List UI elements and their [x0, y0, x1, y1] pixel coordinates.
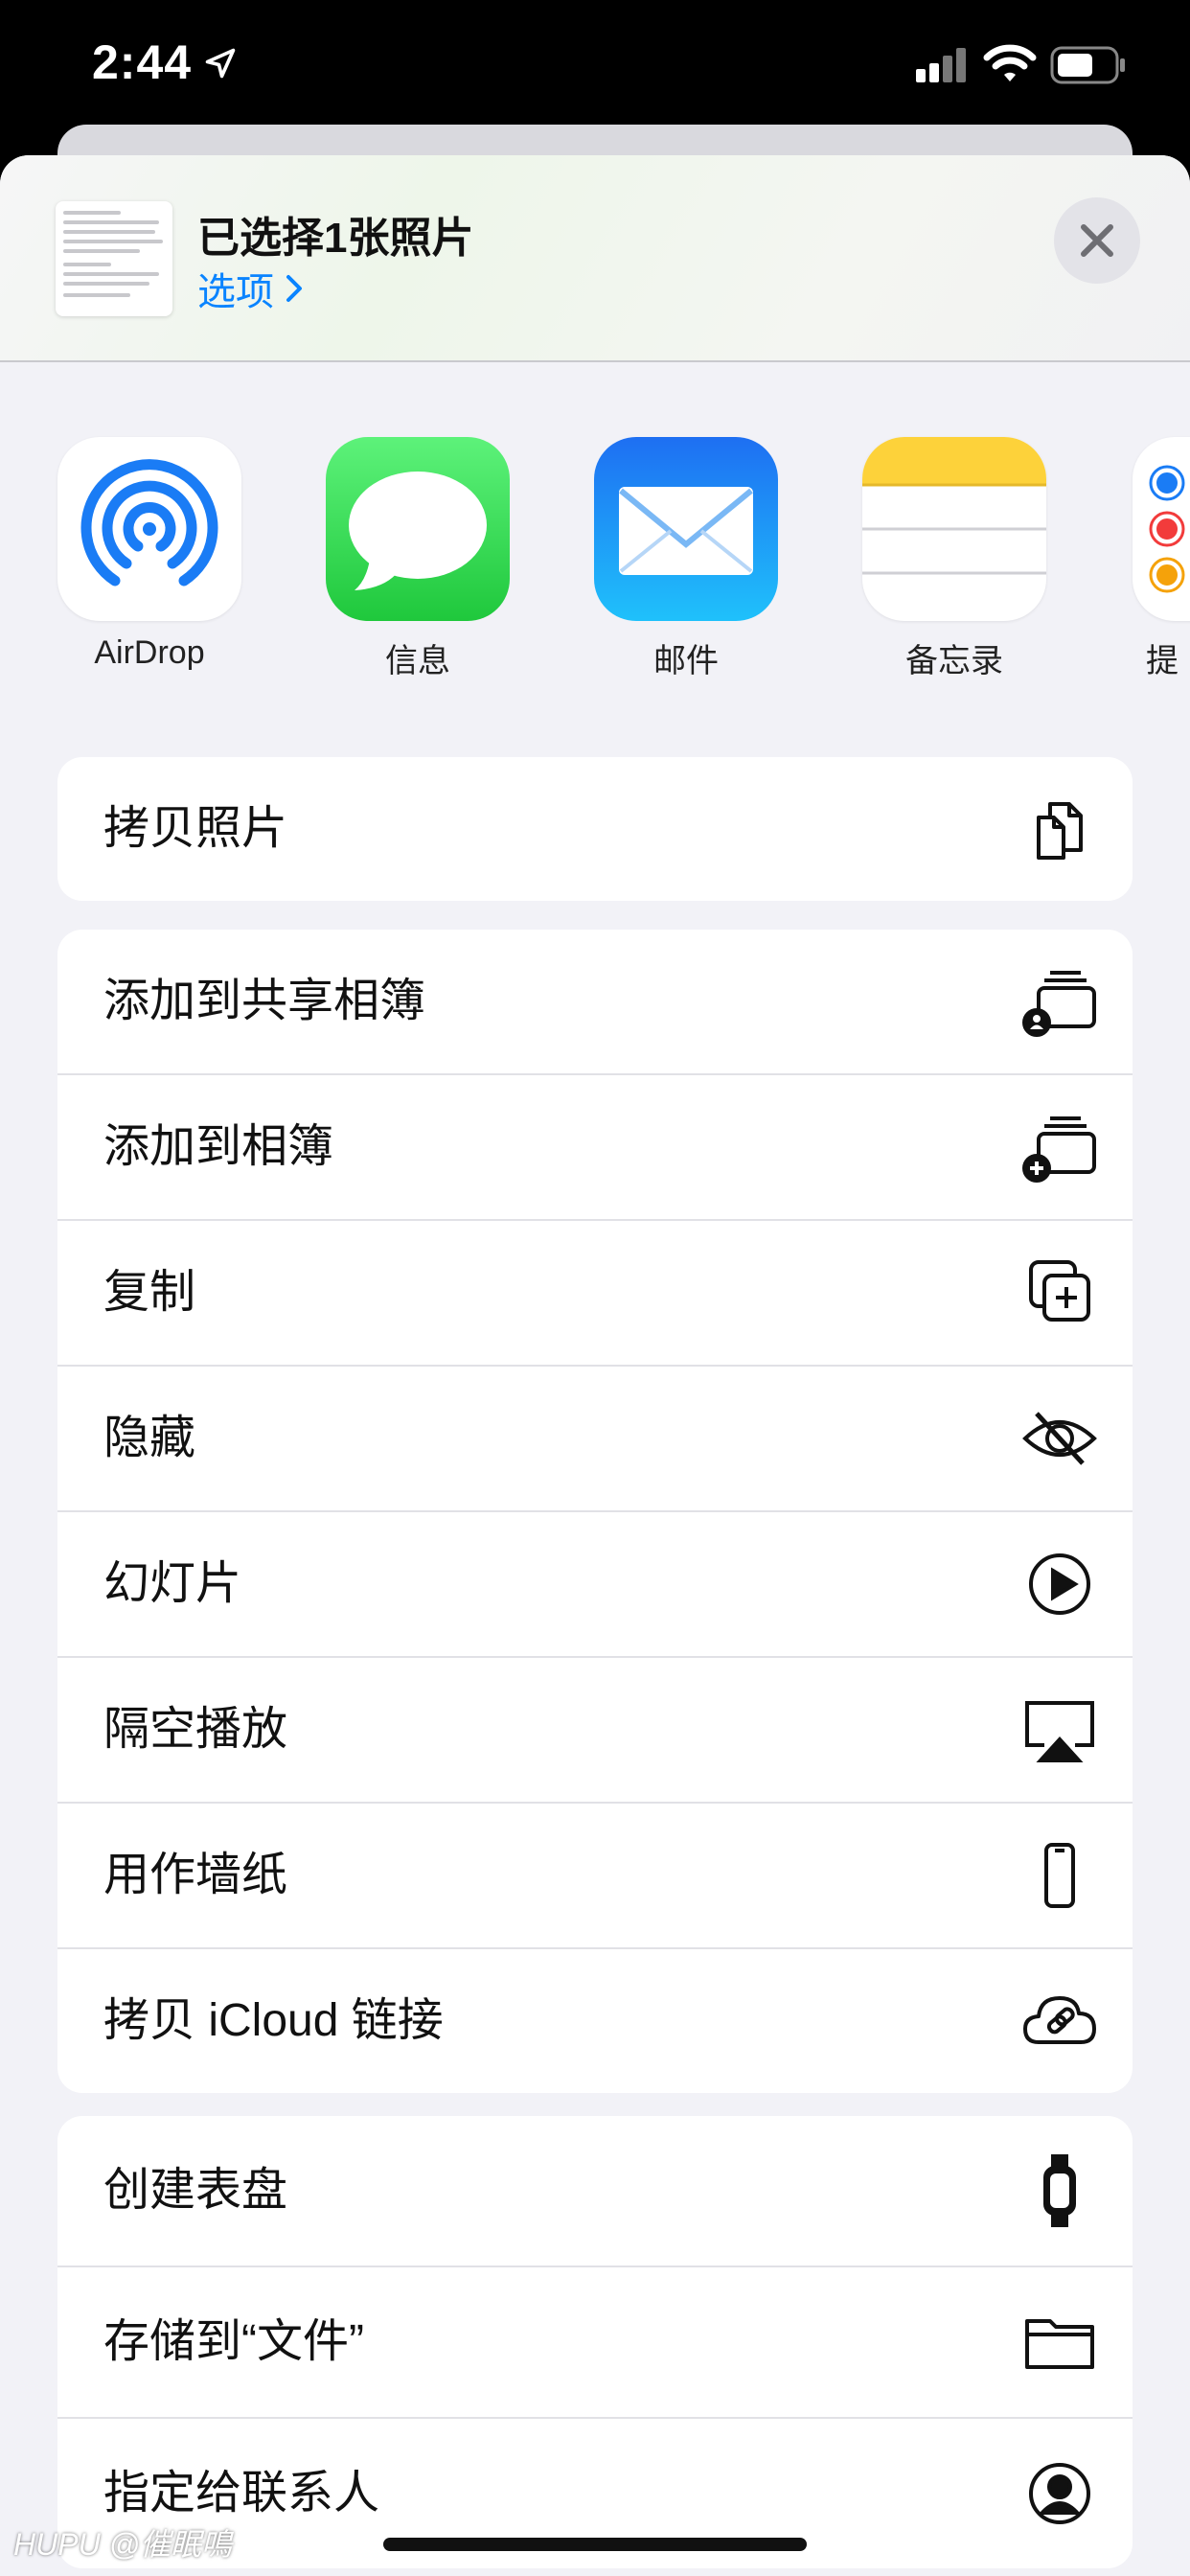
app-messages[interactable]: 信息: [326, 437, 510, 679]
app-label: 提: [1146, 643, 1179, 679]
app-label: AirDrop: [94, 634, 205, 671]
options-label: 选项: [197, 271, 274, 313]
shared-album-icon: [1022, 971, 1096, 1037]
play-circle-icon: [1029, 1553, 1090, 1615]
reminders-icon: [1133, 437, 1190, 621]
close-button[interactable]: [1054, 197, 1140, 284]
action-group-more: 创建表盘 存储到“文件” 指定给联系人: [57, 2116, 1133, 2568]
app-notes[interactable]: 备忘录: [862, 437, 1046, 679]
notes-icon: [862, 437, 1046, 621]
iphone-icon: [1044, 1843, 1075, 1908]
action-save-to-files[interactable]: 存储到“文件”: [57, 2267, 1133, 2419]
cloud-link-icon: [1023, 1996, 1096, 2044]
eye-slash-icon: [1022, 1412, 1097, 1465]
share-sheet: 已选择1张照片 选项 AirDrop 信息 邮件 备忘录 提 拷贝照片 添加到共…: [0, 155, 1190, 2576]
selected-count-title: 已选择1张照片: [197, 215, 474, 262]
action-label: 隔空播放: [103, 1704, 288, 1755]
action-label: 拷贝 iCloud 链接: [103, 1995, 444, 2046]
action-copy-photo[interactable]: 拷贝照片: [57, 757, 1133, 901]
action-label: 复制: [103, 1267, 196, 1318]
share-sheet-header: 已选择1张照片 选项: [0, 155, 1190, 362]
app-label: 备忘录: [905, 643, 1003, 679]
app-reminders[interactable]: 提: [1133, 437, 1190, 679]
copy-photo-icon: [1037, 802, 1083, 860]
chevron-right-icon: [286, 275, 302, 302]
share-apps-row: AirDrop 信息 邮件 备忘录 提: [0, 437, 1190, 679]
home-indicator[interactable]: [383, 2538, 807, 2551]
add-album-icon: [1022, 1116, 1096, 1183]
action-label: 添加到共享相簿: [103, 976, 426, 1026]
action-add-to-album[interactable]: 添加到相簿: [57, 1075, 1133, 1221]
action-hide[interactable]: 隐藏: [57, 1367, 1133, 1512]
action-label: 创建表盘: [103, 2165, 288, 2216]
status-time: 2:44: [92, 35, 193, 89]
folder-icon: [1025, 2319, 1094, 2369]
battery-icon: [1050, 46, 1125, 84]
action-label: 隐藏: [103, 1413, 196, 1463]
watch-icon: [1043, 2154, 1076, 2227]
wifi-icon: [983, 44, 1037, 81]
cellular-signal-icon: [916, 48, 966, 82]
mail-icon: [594, 437, 778, 621]
airplay-icon: [1025, 1701, 1094, 1762]
action-create-watch-face[interactable]: 创建表盘: [57, 2116, 1133, 2267]
action-label: 拷贝照片: [103, 803, 288, 854]
location-arrow-icon: [205, 48, 236, 79]
airdrop-icon: [57, 437, 241, 621]
action-label: 存储到“文件”: [103, 2316, 364, 2367]
action-label: 添加到相簿: [103, 1121, 334, 1172]
watermark: HUPU @催眠鳴: [13, 2527, 233, 2562]
app-airdrop[interactable]: AirDrop: [57, 437, 241, 671]
action-airplay[interactable]: 隔空播放: [57, 1658, 1133, 1804]
photo-thumbnail: [56, 201, 172, 316]
action-group-photos: 添加到共享相簿 添加到相簿 复制 隐藏 幻灯片 隔空播放 用作墙纸 拷贝 iCl…: [57, 930, 1133, 2093]
action-copy-icloud-link[interactable]: 拷贝 iCloud 链接: [57, 1949, 1133, 2093]
action-duplicate[interactable]: 复制: [57, 1221, 1133, 1367]
action-label: 用作墙纸: [103, 1850, 288, 1900]
action-add-to-shared-album[interactable]: 添加到共享相簿: [57, 930, 1133, 1075]
action-use-as-wallpaper[interactable]: 用作墙纸: [57, 1804, 1133, 1949]
app-label: 邮件: [653, 643, 719, 679]
close-icon: [1081, 224, 1113, 257]
action-group-copy: 拷贝照片: [57, 757, 1133, 901]
app-label: 信息: [385, 643, 450, 679]
options-link[interactable]: 选项: [197, 261, 303, 316]
action-label: 幻灯片: [103, 1558, 242, 1609]
contact-icon: [1029, 2463, 1090, 2524]
app-mail[interactable]: 邮件: [594, 437, 778, 679]
action-slideshow[interactable]: 幻灯片: [57, 1512, 1133, 1658]
messages-icon: [326, 437, 510, 621]
duplicate-icon: [1029, 1260, 1090, 1322]
status-bar: 2:44: [0, 0, 1190, 134]
